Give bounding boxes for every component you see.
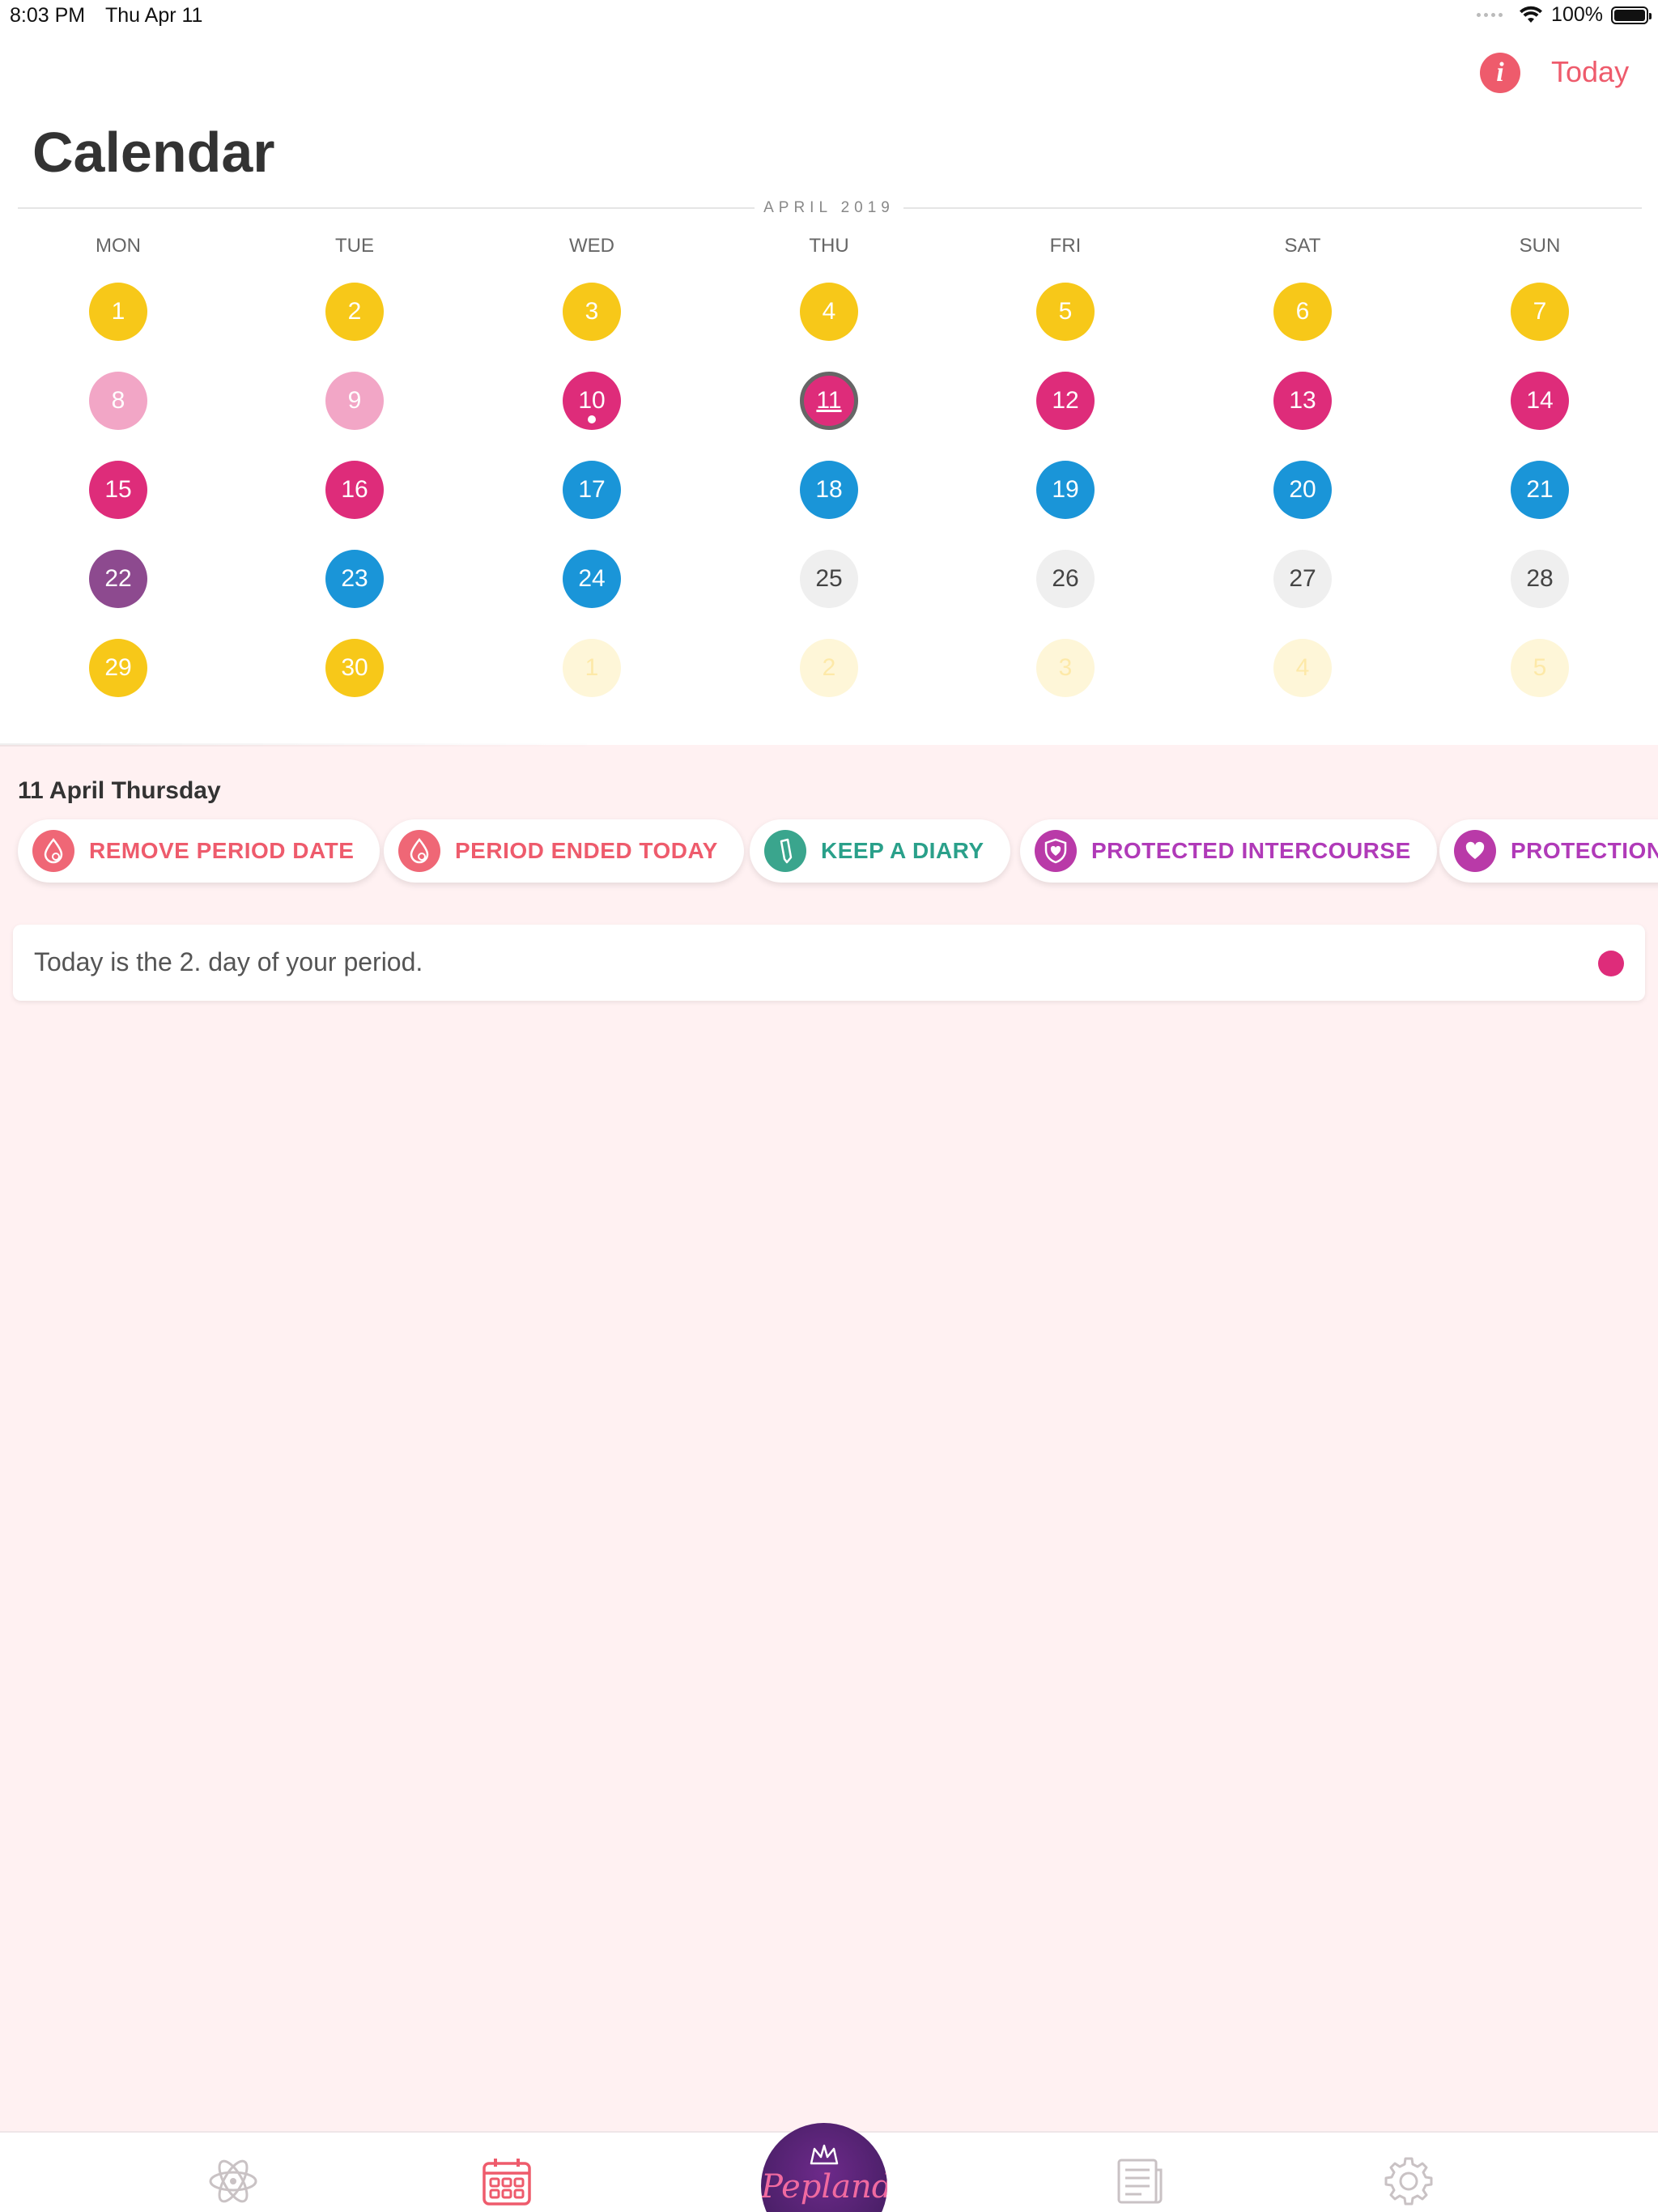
protected-intercourse-button[interactable]: PROTECTED INTERCOURSE xyxy=(1020,819,1437,883)
panel-shadow xyxy=(0,743,607,747)
period-indicator-dot xyxy=(1598,951,1624,976)
day-cell[interactable]: 19 xyxy=(1036,461,1095,519)
period-info-card: Today is the 2. day of your period. xyxy=(13,925,1645,1001)
battery-percent: 100% xyxy=(1551,3,1603,26)
wifi-icon xyxy=(1520,6,1543,23)
day-cell[interactable]: 5 xyxy=(1511,639,1569,697)
day-cell[interactable]: 8 xyxy=(89,372,147,430)
calendar-icon[interactable] xyxy=(481,2155,538,2212)
drop-icon xyxy=(32,830,74,872)
weekday-label: WED xyxy=(569,235,614,257)
battery-icon xyxy=(1611,6,1652,24)
chip-label: REMOVE PERIOD DATE xyxy=(89,838,355,863)
pencil-icon xyxy=(764,830,806,872)
day-cell[interactable]: 10 xyxy=(563,372,621,430)
day-cell[interactable]: 17 xyxy=(563,461,621,519)
day-cell[interactable]: 9 xyxy=(325,372,384,430)
status-indicators: 100% xyxy=(1477,3,1652,27)
day-cell[interactable]: 3 xyxy=(1036,639,1095,697)
newspaper-icon[interactable] xyxy=(1114,2155,1171,2212)
day-cell-selected[interactable]: 11 xyxy=(800,372,858,430)
day-cell[interactable]: 21 xyxy=(1511,461,1569,519)
day-cell[interactable]: 3 xyxy=(563,283,621,341)
day-cell[interactable]: 22 xyxy=(89,550,147,608)
today-button[interactable]: Today xyxy=(1551,55,1629,89)
shield-heart-icon xyxy=(1035,830,1077,872)
remove-period-date-button[interactable]: REMOVE PERIOD DATE xyxy=(18,819,380,883)
crown-icon xyxy=(810,2144,839,2165)
weekday-label: MON xyxy=(96,235,141,257)
gear-icon[interactable] xyxy=(1383,2155,1439,2212)
day-cell[interactable]: 25 xyxy=(800,550,858,608)
status-date: Thu Apr 11 xyxy=(105,4,203,27)
weekday-label: FRI xyxy=(1049,235,1082,257)
divider xyxy=(18,207,755,209)
weekday-label: THU xyxy=(809,235,849,257)
day-cell[interactable]: 6 xyxy=(1273,283,1332,341)
chip-label: KEEP A DIARY xyxy=(821,838,984,863)
day-cell[interactable]: 4 xyxy=(1273,639,1332,697)
day-cell[interactable]: 14 xyxy=(1511,372,1569,430)
info-button[interactable]: i xyxy=(1480,53,1520,93)
day-cell[interactable]: 28 xyxy=(1511,550,1569,608)
day-cell[interactable]: 27 xyxy=(1273,550,1332,608)
day-cell[interactable]: 1 xyxy=(89,283,147,341)
day-cell[interactable]: 18 xyxy=(800,461,858,519)
status-time: 8:03 PM xyxy=(10,4,86,27)
month-label: APRIL 2019 xyxy=(763,199,895,216)
signal-icon xyxy=(1477,13,1503,17)
keep-a-diary-button[interactable]: KEEP A DIARY xyxy=(750,819,1010,883)
period-info-text: Today is the 2. day of your period. xyxy=(34,947,423,976)
day-cell[interactable]: 2 xyxy=(325,283,384,341)
chip-label: PROTECTED INTERCOURSE xyxy=(1091,838,1411,863)
day-cell[interactable]: 16 xyxy=(325,461,384,519)
day-cell[interactable]: 2 xyxy=(800,639,858,697)
weekday-label: TUE xyxy=(335,235,374,257)
weekday-label: SAT xyxy=(1284,235,1321,257)
period-ended-today-button[interactable]: PERIOD ENDED TODAY xyxy=(384,819,744,883)
atom-icon[interactable] xyxy=(207,2155,264,2212)
day-cell[interactable]: 20 xyxy=(1273,461,1332,519)
logo-text: Pepland xyxy=(761,2168,887,2206)
drop-icon xyxy=(398,830,440,872)
selected-date-label: 11 April Thursday xyxy=(18,777,221,804)
weekday-header-row: MON TUE WED THU FRI SAT SUN xyxy=(0,235,1658,267)
day-cell[interactable]: 15 xyxy=(89,461,147,519)
chip-label: PROTECTION xyxy=(1511,838,1658,863)
day-cell[interactable]: 26 xyxy=(1036,550,1095,608)
day-cell[interactable]: 7 xyxy=(1511,283,1569,341)
day-cell[interactable]: 12 xyxy=(1036,372,1095,430)
chip-label: PERIOD ENDED TODAY xyxy=(455,838,718,863)
day-cell[interactable]: 5 xyxy=(1036,283,1095,341)
heart-icon xyxy=(1454,830,1496,872)
page-title: Calendar xyxy=(32,121,275,184)
day-cell[interactable]: 24 xyxy=(563,550,621,608)
day-cell[interactable]: 23 xyxy=(325,550,384,608)
divider xyxy=(903,207,1642,209)
event-dot xyxy=(588,415,596,423)
status-bar: 8:03 PM Thu Apr 11 100% xyxy=(0,0,1658,32)
day-cell[interactable]: 1 xyxy=(563,639,621,697)
day-cell[interactable]: 30 xyxy=(325,639,384,697)
protection-button[interactable]: PROTECTION xyxy=(1439,819,1658,883)
day-cell[interactable]: 13 xyxy=(1273,372,1332,430)
day-cell[interactable]: 29 xyxy=(89,639,147,697)
day-cell[interactable]: 4 xyxy=(800,283,858,341)
weekday-label: SUN xyxy=(1519,235,1561,257)
